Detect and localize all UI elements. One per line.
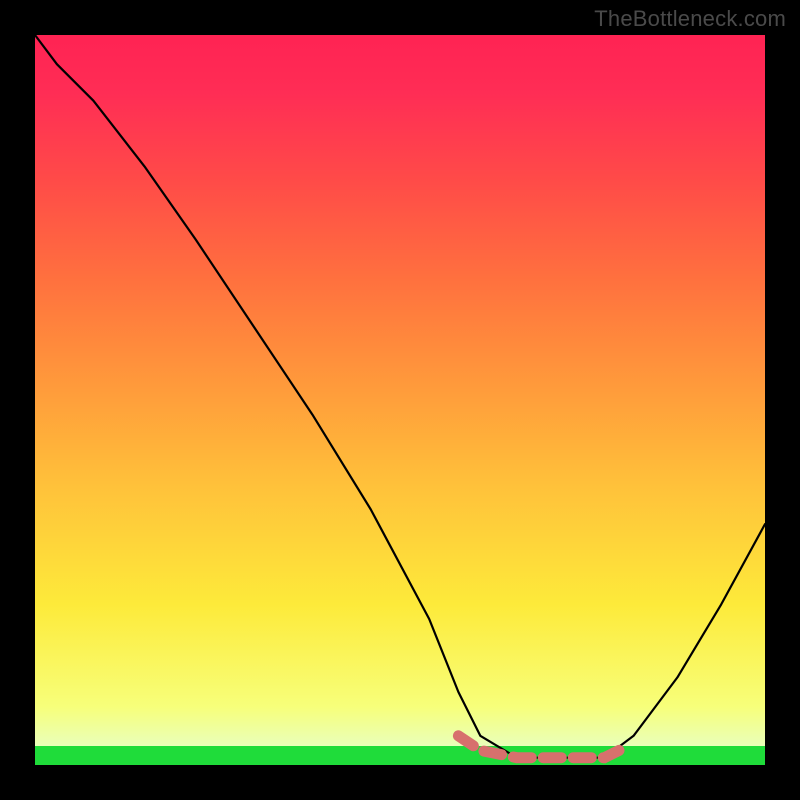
watermark-text: TheBottleneck.com (594, 6, 786, 32)
curve-layer (35, 35, 765, 765)
bottleneck-curve (35, 35, 765, 758)
chart-frame: TheBottleneck.com (0, 0, 800, 800)
trough-highlight (458, 736, 619, 758)
